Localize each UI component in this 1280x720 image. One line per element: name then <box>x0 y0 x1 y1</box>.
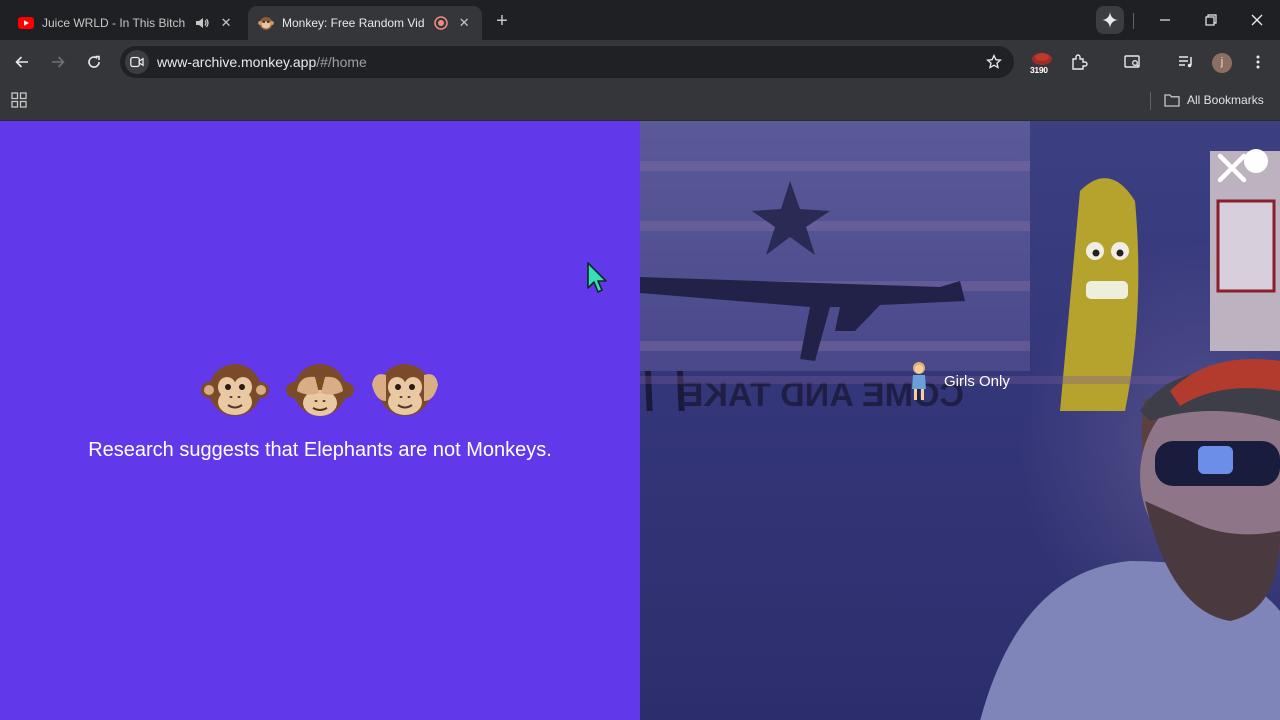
bookmarks-bar: All Bookmarks <box>0 84 1280 121</box>
close-window-icon[interactable] <box>1243 8 1271 32</box>
see-no-evil-monkey-icon <box>286 364 354 416</box>
recording-icon <box>433 15 449 31</box>
divider <box>1150 92 1151 110</box>
divider <box>1133 13 1134 29</box>
extensions-icon[interactable] <box>1067 50 1091 74</box>
remote-video-pane: COME AND TAKE Girls Only <box>640 121 1280 720</box>
gemini-icon[interactable] <box>1096 6 1124 34</box>
tab-title: Juice WRLD - In This Bitch ( <box>42 16 187 30</box>
minimize-icon[interactable] <box>1151 8 1179 32</box>
monkey-app-page: Research suggests that Elephants are not… <box>0 121 1280 720</box>
media-control-icon[interactable] <box>1174 50 1198 74</box>
monkey-emoji-row <box>200 357 440 427</box>
site-info-icon[interactable] <box>125 50 149 74</box>
all-bookmarks-label: All Bookmarks <box>1187 93 1264 107</box>
extension-count: 3190 <box>1030 65 1048 75</box>
back-icon[interactable] <box>8 48 36 76</box>
close-tab-icon[interactable]: ✕ <box>456 15 472 31</box>
close-tab-icon[interactable]: ✕ <box>218 15 234 31</box>
monkey-icon <box>258 15 274 31</box>
camera-toggle-dot[interactable] <box>1244 149 1268 173</box>
toolbar: www-archive.monkey.app/#/home 3190 j <box>0 40 1280 84</box>
tab-search-icon[interactable] <box>1121 50 1145 74</box>
url-text: www-archive.monkey.app/#/home <box>157 54 367 70</box>
tagline-text: Research suggests that Elephants are not… <box>88 439 552 461</box>
apps-grid-icon[interactable] <box>11 92 29 110</box>
reload-icon[interactable] <box>80 48 108 76</box>
forward-icon[interactable] <box>44 48 72 76</box>
person-silhouette <box>980 359 1280 720</box>
girl-icon <box>912 362 926 400</box>
folder-icon <box>1164 94 1180 107</box>
tab-strip: Juice WRLD - In This Bitch ( ✕ Monkey: F… <box>0 0 1280 40</box>
loading-pane: Research suggests that Elephants are not… <box>0 121 640 720</box>
youtube-icon <box>18 15 34 31</box>
all-bookmarks-button[interactable]: All Bookmarks <box>1164 90 1264 110</box>
speaker-icon[interactable] <box>194 15 210 31</box>
bookmark-star-icon[interactable] <box>984 52 1004 72</box>
menu-kebab-icon[interactable] <box>1246 50 1270 74</box>
tab-title: Monkey: Free Random Vide <box>282 16 425 30</box>
tab-monkey[interactable]: Monkey: Free Random Vide ✕ <box>248 6 482 40</box>
mouse-cursor-icon <box>587 262 607 293</box>
extension-badge[interactable]: 3190 <box>1029 50 1055 78</box>
address-bar[interactable]: www-archive.monkey.app/#/home <box>120 46 1014 78</box>
girls-only-label: Girls Only <box>944 372 1010 390</box>
profile-avatar[interactable]: j <box>1212 53 1232 73</box>
new-tab-button[interactable]: + <box>490 10 514 34</box>
monkey-face-icon <box>201 364 269 416</box>
girls-only-filter[interactable]: Girls Only <box>908 361 1010 401</box>
hear-no-evil-monkey-icon <box>372 364 438 416</box>
tab-youtube[interactable]: Juice WRLD - In This Bitch ( ✕ <box>8 6 244 40</box>
restore-icon[interactable] <box>1197 8 1225 32</box>
